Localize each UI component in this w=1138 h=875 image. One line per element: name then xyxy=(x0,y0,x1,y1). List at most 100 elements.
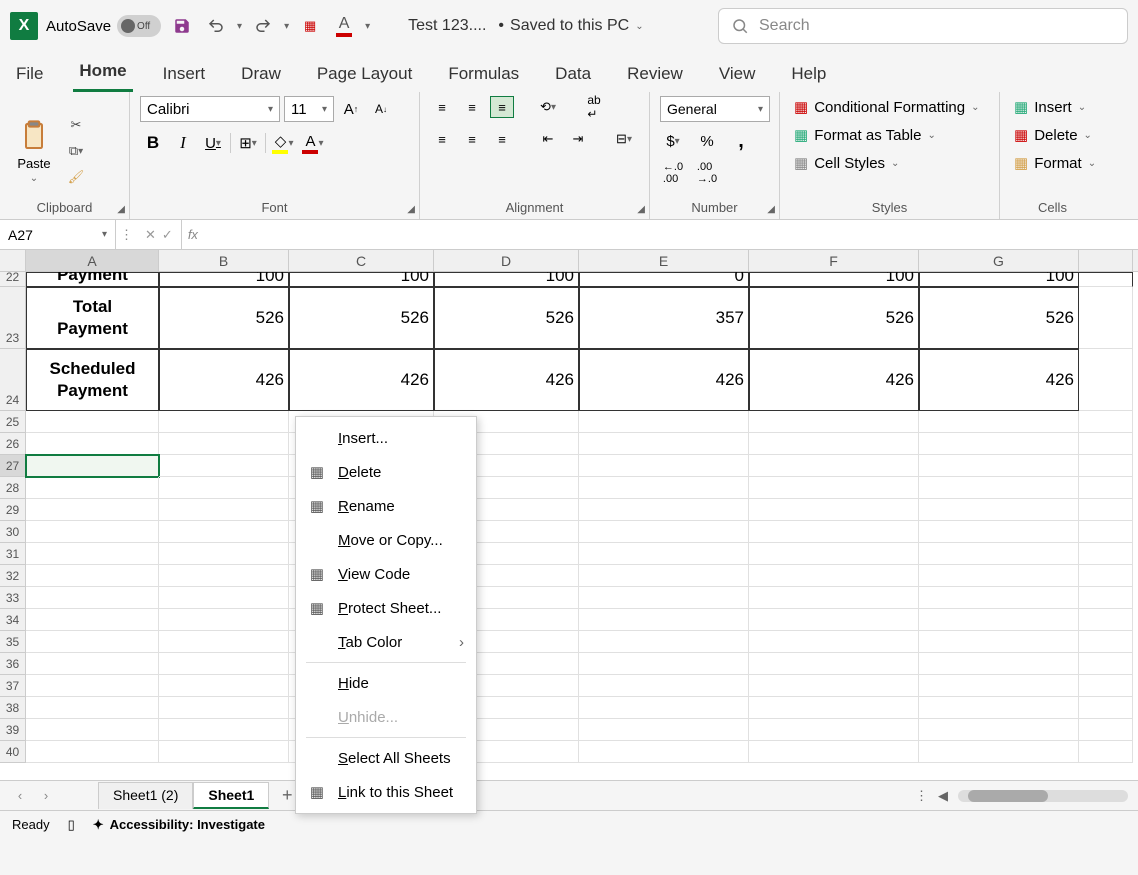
comma-icon[interactable]: , xyxy=(728,128,754,154)
cell-E29[interactable] xyxy=(579,499,749,521)
cell-E27[interactable] xyxy=(579,455,749,477)
number-launcher-icon[interactable]: ◢ xyxy=(767,204,775,215)
font-size-select[interactable]: 11▾ xyxy=(284,96,334,122)
cell-F33[interactable] xyxy=(749,587,919,609)
cell-D24[interactable]: 426 xyxy=(434,349,579,411)
row-header-34[interactable]: 34 xyxy=(0,609,26,631)
copy-icon[interactable]: ⧉ ▾ xyxy=(64,141,88,161)
cell-G26[interactable] xyxy=(919,433,1079,455)
cell-F27[interactable] xyxy=(749,455,919,477)
ctx-insert[interactable]: Insert... xyxy=(296,421,476,455)
ctx-view-code[interactable]: ▦View Code xyxy=(296,557,476,591)
cell-B37[interactable] xyxy=(159,675,289,697)
cell-A35[interactable] xyxy=(26,631,159,653)
number-format-select[interactable]: General▾ xyxy=(660,96,770,122)
cell-E24[interactable]: 426 xyxy=(579,349,749,411)
col-header-A[interactable]: A xyxy=(26,250,159,271)
align-top-icon[interactable]: ≡ xyxy=(430,96,454,118)
cell-F22[interactable]: 100 xyxy=(749,272,919,287)
align-bottom-icon[interactable]: ≡ xyxy=(490,96,514,118)
format-painter-icon[interactable]: 🖌 xyxy=(64,167,88,187)
cell-B39[interactable] xyxy=(159,719,289,741)
row-header-28[interactable]: 28 xyxy=(0,477,26,499)
cell-B23[interactable]: 526 xyxy=(159,287,289,349)
paste-button[interactable]: Paste ⌄ xyxy=(10,102,58,200)
cell-G25[interactable] xyxy=(919,411,1079,433)
cell-E39[interactable] xyxy=(579,719,749,741)
accessibility-button[interactable]: ✦ Accessibility: Investigate xyxy=(93,817,265,833)
ctx-protect-sheet[interactable]: ▦Protect Sheet... xyxy=(296,591,476,625)
cell-B40[interactable] xyxy=(159,741,289,763)
tab-page-layout[interactable]: Page Layout xyxy=(311,58,418,92)
bold-button[interactable]: B xyxy=(140,130,166,156)
conditional-formatting-button[interactable]: ▦Conditional Formatting ⌄ xyxy=(790,96,989,118)
cell-A27[interactable] xyxy=(26,455,159,477)
cell-B27[interactable] xyxy=(159,455,289,477)
col-header-D[interactable]: D xyxy=(434,250,579,271)
cell-E28[interactable] xyxy=(579,477,749,499)
cell-B28[interactable] xyxy=(159,477,289,499)
cell-A32[interactable] xyxy=(26,565,159,587)
cell-E22[interactable]: 0 xyxy=(579,272,749,287)
cell-F39[interactable] xyxy=(749,719,919,741)
cell-B36[interactable] xyxy=(159,653,289,675)
tab-insert[interactable]: Insert xyxy=(157,58,212,92)
cell-F31[interactable] xyxy=(749,543,919,565)
currency-icon[interactable]: $ ▾ xyxy=(660,128,686,154)
increase-decimal-icon[interactable]: ←.0.00 xyxy=(660,160,686,186)
row-header-31[interactable]: 31 xyxy=(0,543,26,565)
cell-A40[interactable] xyxy=(26,741,159,763)
cell-A25[interactable] xyxy=(26,411,159,433)
cell-A22[interactable]: Payment xyxy=(26,272,159,287)
cell-E23[interactable]: 357 xyxy=(579,287,749,349)
decrease-indent-icon[interactable]: ⇤ xyxy=(536,128,560,150)
format-table-button[interactable]: ▦Format as Table ⌄ xyxy=(790,124,989,146)
cell-B29[interactable] xyxy=(159,499,289,521)
cell-A26[interactable] xyxy=(26,433,159,455)
autosave-toggle[interactable]: AutoSave Off xyxy=(46,15,161,37)
row-header-33[interactable]: 33 xyxy=(0,587,26,609)
cell-G23[interactable]: 526 xyxy=(919,287,1079,349)
ctx-move-copy[interactable]: Move or Copy... xyxy=(296,523,476,557)
row-header-32[interactable]: 32 xyxy=(0,565,26,587)
tab-home[interactable]: Home xyxy=(73,55,132,92)
align-center-icon[interactable]: ≡ xyxy=(460,128,484,150)
cell-G33[interactable] xyxy=(919,587,1079,609)
cell-D23[interactable]: 526 xyxy=(434,287,579,349)
row-header-22[interactable]: 22 xyxy=(0,272,26,287)
cell-A31[interactable] xyxy=(26,543,159,565)
row-header-24[interactable]: 24 xyxy=(0,349,26,411)
row-header-25[interactable]: 25 xyxy=(0,411,26,433)
cell-B35[interactable] xyxy=(159,631,289,653)
row-header-39[interactable]: 39 xyxy=(0,719,26,741)
cell-B22[interactable]: 100 xyxy=(159,272,289,287)
cell-A39[interactable] xyxy=(26,719,159,741)
delete-cells-button[interactable]: ▦Delete ⌄ xyxy=(1010,124,1095,146)
cell-G27[interactable] xyxy=(919,455,1079,477)
cell-B30[interactable] xyxy=(159,521,289,543)
cell-G32[interactable] xyxy=(919,565,1079,587)
cell-E25[interactable] xyxy=(579,411,749,433)
save-status[interactable]: • Saved to this PC ⌄ xyxy=(498,17,643,35)
cell-E38[interactable] xyxy=(579,697,749,719)
cell-A23[interactable]: TotalPayment xyxy=(26,287,159,349)
underline-button[interactable]: U ▾ xyxy=(200,130,226,156)
cell-F34[interactable] xyxy=(749,609,919,631)
cell-B26[interactable] xyxy=(159,433,289,455)
horizontal-scrollbar[interactable] xyxy=(958,790,1128,802)
font-color-qat-icon[interactable]: A xyxy=(331,13,357,39)
col-header-E[interactable]: E xyxy=(579,250,749,271)
cell-B31[interactable] xyxy=(159,543,289,565)
insert-cells-button[interactable]: ▦Insert ⌄ xyxy=(1010,96,1095,118)
cell-B32[interactable] xyxy=(159,565,289,587)
cell-E31[interactable] xyxy=(579,543,749,565)
cell-E30[interactable] xyxy=(579,521,749,543)
cancel-formula-icon[interactable]: ✕ xyxy=(145,227,156,243)
scroll-left-icon[interactable]: ◀ xyxy=(938,788,948,804)
cell-G34[interactable] xyxy=(919,609,1079,631)
cell-A36[interactable] xyxy=(26,653,159,675)
font-name-select[interactable]: Calibri▾ xyxy=(140,96,280,122)
toggle-track[interactable]: Off xyxy=(117,15,161,37)
cell-G35[interactable] xyxy=(919,631,1079,653)
sheet-tab-sheet12[interactable]: Sheet1 (2) xyxy=(98,782,193,809)
